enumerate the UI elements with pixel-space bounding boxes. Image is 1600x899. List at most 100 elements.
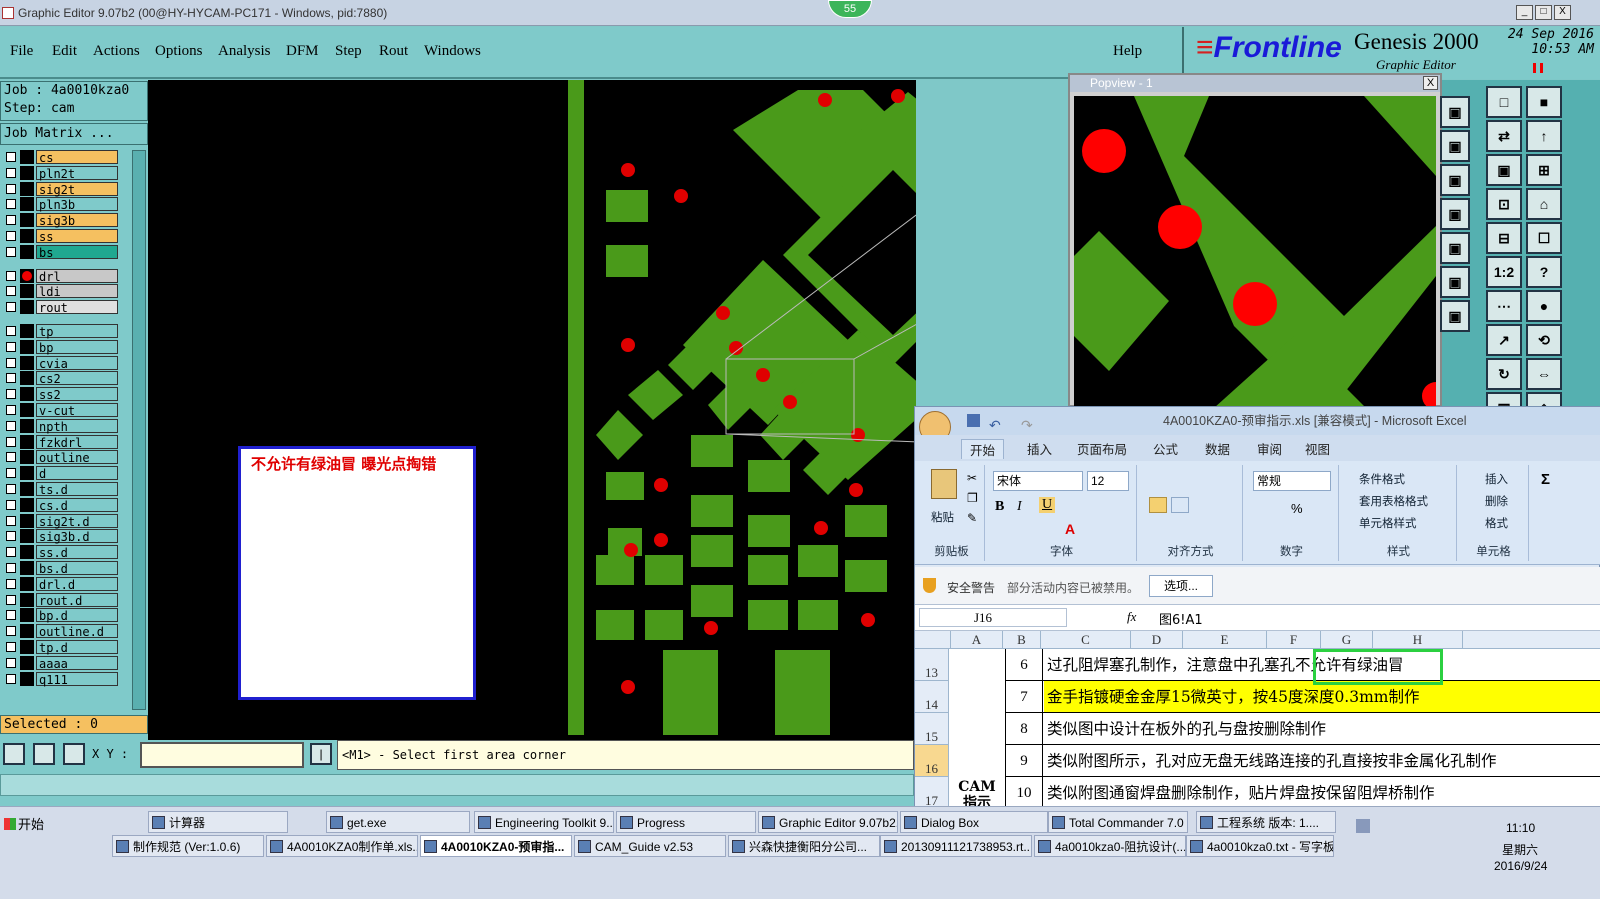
layer-color-swatch[interactable] — [20, 213, 34, 228]
layer-name[interactable]: d — [36, 466, 118, 481]
layer-checkbox[interactable] — [6, 420, 16, 431]
zoom-icon[interactable] — [3, 743, 25, 765]
format-painter-icon[interactable]: ✎ — [967, 511, 977, 525]
layer-name[interactable]: sig2t.d — [36, 513, 118, 529]
layer-checkbox[interactable] — [6, 246, 16, 257]
layer-color-swatch[interactable] — [20, 229, 34, 243]
layer-color-swatch[interactable] — [20, 324, 34, 338]
taskbar-item[interactable]: 制作规范 (Ver:1.0.6) — [112, 835, 264, 857]
layer-checkbox[interactable] — [6, 578, 16, 589]
layer-name[interactable]: sig3b.d — [36, 529, 118, 544]
taskbar-item[interactable]: 计算器 — [148, 811, 288, 833]
layer-name[interactable]: sig2t — [36, 181, 118, 197]
taskbar-item[interactable]: get.exe — [326, 811, 470, 833]
layer-color-swatch[interactable] — [20, 418, 34, 433]
layer-checkbox[interactable] — [6, 357, 16, 368]
ribbon-tab[interactable]: 审阅 — [1257, 439, 1282, 458]
layer-color-swatch[interactable] — [20, 545, 34, 560]
layer-row[interactable]: sig2t.d — [2, 513, 120, 529]
layer-color-swatch[interactable] — [20, 592, 34, 607]
layer-name[interactable]: bp — [36, 339, 118, 355]
column-header[interactable]: D — [1131, 631, 1183, 649]
row-header[interactable]: 13 — [915, 649, 949, 681]
column-header[interactable]: C — [1041, 631, 1131, 649]
layer-checkbox[interactable] — [6, 199, 16, 210]
tool-button[interactable]: ⊞ — [1526, 154, 1562, 186]
cut-icon[interactable]: ✂ — [967, 471, 977, 485]
layer-row[interactable]: cvia — [2, 355, 120, 371]
formula-input[interactable]: 图6!A1 — [1159, 609, 1203, 628]
layer-name[interactable]: bp.d — [36, 608, 118, 623]
tool-button[interactable]: 1:2 — [1486, 256, 1522, 288]
tool-button[interactable]: ⇔ — [1526, 358, 1562, 390]
layer-color-swatch[interactable] — [20, 529, 34, 544]
menu-analysis[interactable]: Analysis — [218, 43, 271, 60]
instruction-cell[interactable]: 类似图中设计在板外的孔与盘按删除制作 — [1047, 713, 1326, 745]
layer-name[interactable]: bs.d — [36, 561, 118, 576]
row-index-cell[interactable]: 9 — [1005, 745, 1043, 777]
tool-button[interactable]: ⌂ — [1526, 188, 1562, 220]
layer-row[interactable]: pln2t — [2, 165, 120, 181]
layer-name[interactable]: rout — [36, 300, 118, 315]
fx-icon[interactable]: fx — [1127, 609, 1136, 625]
tool-button[interactable]: ⋯ — [1486, 290, 1522, 322]
layer-name[interactable]: npth — [36, 418, 118, 434]
layer-row[interactable]: sig2t — [2, 181, 120, 197]
tool-button[interactable]: ⊟ — [1486, 222, 1522, 254]
graphic-canvas[interactable]: 不允许有绿油冒 曝光点掏错 — [148, 80, 916, 740]
insert-cells-button[interactable]: 插入 — [1485, 471, 1508, 487]
taskbar-item[interactable]: 兴森快捷衡阳分公司... — [728, 835, 880, 857]
taskbar-item[interactable]: Engineering Toolkit 9.... — [474, 811, 614, 833]
number-format-select[interactable]: 常规 — [1253, 471, 1331, 491]
layer-row[interactable]: d — [2, 466, 120, 481]
layer-color-swatch[interactable] — [20, 339, 34, 354]
layer-checkbox[interactable] — [6, 341, 16, 352]
layer-row[interactable]: ts.d — [2, 482, 120, 497]
layer-row[interactable]: ss.d — [2, 545, 120, 560]
layer-row[interactable]: rout — [2, 300, 120, 315]
menu-actions[interactable]: Actions — [93, 43, 140, 60]
column-header[interactable]: H — [1373, 631, 1463, 649]
menu-help[interactable]: Help — [1113, 43, 1142, 60]
maximize-button[interactable]: □ — [1535, 5, 1552, 20]
table-row[interactable]: 6 过孔阻焊塞孔制作，注意盘中孔塞孔不允许有绿油冒 — [1005, 649, 1600, 681]
layer-checkbox[interactable] — [6, 183, 16, 194]
layer-checkbox[interactable] — [6, 436, 16, 447]
format-cells-button[interactable]: 格式 — [1485, 515, 1508, 531]
layer-checkbox[interactable] — [6, 484, 16, 494]
layer-color-swatch[interactable] — [20, 497, 34, 512]
measure-icon[interactable] — [33, 743, 55, 765]
layer-checkbox[interactable] — [6, 326, 16, 336]
tool-button[interactable]: ⊡ — [1486, 188, 1522, 220]
layer-checkbox[interactable] — [6, 610, 16, 621]
tool-button[interactable]: ▣ — [1440, 164, 1470, 196]
tool-button[interactable]: ⇄ — [1486, 120, 1522, 152]
layer-name[interactable]: cs2 — [36, 371, 118, 386]
input-toggle-icon[interactable]: | — [310, 743, 332, 765]
layer-row[interactable]: bs.d — [2, 561, 120, 576]
taskbar-item[interactable]: 4a0010kza0.txt - 写字板 — [1186, 835, 1334, 857]
warning-options-button[interactable]: 选项... — [1149, 575, 1213, 597]
layer-name[interactable]: tp.d — [36, 640, 118, 655]
layer-row[interactable]: bp — [2, 339, 120, 355]
layer-scrollbar[interactable] — [132, 150, 146, 710]
layer-name[interactable]: outline.d — [36, 624, 118, 639]
layer-name[interactable]: v-cut — [36, 403, 118, 418]
tool-button[interactable]: ▣ — [1440, 266, 1470, 298]
column-header[interactable]: B — [1003, 631, 1041, 649]
row-index-cell[interactable]: 6 — [1005, 649, 1043, 681]
layer-name[interactable]: ts.d — [36, 482, 118, 497]
taskbar-item[interactable]: CAM_Guide v2.53 — [574, 835, 726, 857]
layer-checkbox[interactable] — [6, 468, 16, 479]
layer-row[interactable]: outline — [2, 450, 120, 465]
layer-row[interactable]: v-cut — [2, 403, 120, 418]
layer-color-swatch[interactable] — [20, 268, 34, 283]
ribbon-tab[interactable]: 视图 — [1305, 439, 1330, 458]
layer-row[interactable]: sig3b — [2, 213, 120, 228]
layer-row[interactable]: rout.d — [2, 592, 120, 608]
layer-color-swatch[interactable] — [20, 640, 34, 654]
instruction-cell[interactable]: 金手指镀硬金金厚15微英寸，按45度深度0.3mm制作 — [1047, 681, 1420, 713]
layer-name[interactable]: ss — [36, 229, 118, 244]
minimize-button[interactable]: _ — [1516, 5, 1533, 20]
layer-name[interactable]: bs — [36, 244, 118, 260]
